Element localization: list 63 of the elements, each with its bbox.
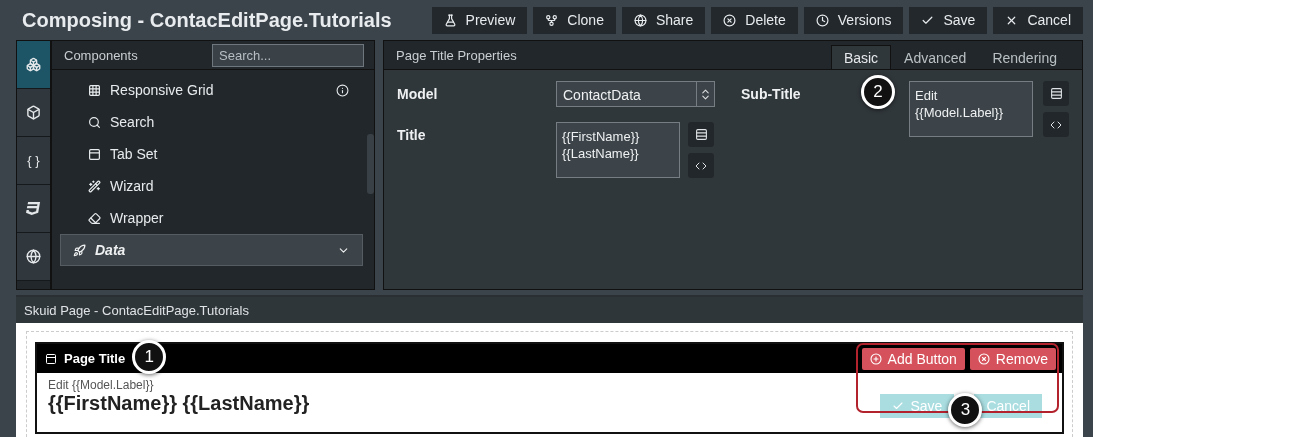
css-icon [26, 201, 41, 216]
callout-marker: 3 [948, 393, 983, 427]
component-item[interactable]: Responsive Grid [60, 74, 363, 106]
x-circle-icon [723, 13, 737, 27]
tab[interactable]: Rendering [979, 45, 1070, 69]
tabs-icon [88, 147, 101, 161]
eraser-icon [88, 211, 101, 225]
flask-icon [443, 13, 457, 27]
cube-icon [26, 105, 41, 120]
toolbar-button[interactable]: Share [621, 6, 706, 34]
rail-tab[interactable]: { } [17, 137, 50, 185]
field-label: Title [397, 126, 427, 145]
rocket-icon [73, 243, 86, 257]
panel-icon [45, 352, 57, 365]
toolbar-button[interactable]: Save [909, 6, 988, 34]
toolbar-button[interactable]: Preview [431, 6, 528, 34]
scrollbar[interactable] [367, 134, 374, 194]
check-icon [892, 400, 905, 412]
page-title: Composing - ContacEditPage.Tutorials [22, 8, 392, 32]
panel-heading: Components [64, 47, 138, 63]
canvas-title: Skuid Page - ContacEditPage.Tutorials [24, 302, 249, 318]
action-button[interactable]: Remove [969, 347, 1056, 370]
callout-marker: 2 [861, 75, 895, 109]
cubes-icon [26, 57, 41, 72]
action-button[interactable]: Add Button [861, 347, 965, 370]
rows-icon [694, 128, 708, 141]
grid-icon [88, 83, 101, 97]
globe-icon [633, 13, 647, 27]
component-label: Page Title [64, 351, 126, 366]
component-item[interactable]: Tab Set [60, 138, 363, 170]
globe-icon [26, 249, 41, 264]
field-label: Sub-Title [741, 85, 802, 104]
component-item[interactable]: Search [60, 106, 363, 138]
component-item[interactable]: Wizard [60, 170, 363, 202]
field-picker-button[interactable] [1043, 81, 1069, 106]
toolbar-button[interactable]: Cancel [993, 6, 1083, 34]
tab[interactable]: Basic [830, 45, 892, 69]
toolbar-button[interactable]: Clone [533, 6, 616, 34]
clock-icon [815, 13, 829, 27]
subtitle-text: Edit {{Model.Label}} [48, 378, 155, 392]
field-picker-button[interactable] [688, 122, 714, 147]
search-field[interactable]: Search... [212, 43, 364, 67]
plus-circle-icon [869, 352, 882, 365]
heading-text: {{FirstName}} {{LastName}} [48, 392, 310, 415]
info-icon [336, 83, 349, 97]
field-label: Model [397, 85, 439, 104]
title-field[interactable]: {{FirstName}} {{LastName}} [556, 122, 680, 178]
callout-marker: 1 [132, 339, 167, 374]
wand-icon [88, 179, 101, 193]
search-icon [88, 115, 101, 129]
updown-icon [699, 87, 712, 101]
toolbar-button[interactable]: Delete [711, 6, 798, 34]
x-circle-icon [977, 352, 990, 365]
tab[interactable]: Advanced [891, 45, 980, 69]
toolbar-button[interactable]: Versions [803, 6, 904, 34]
category-header[interactable]: Data [60, 234, 363, 266]
page-title-component[interactable]: Page Title 1 Add Button Remove Edit {{Model.Label}} {{FirstName}} {{LastName}} Save 3 Cancel [35, 342, 1064, 434]
model-select[interactable]: ContactData [556, 81, 715, 107]
subtitle-field[interactable]: Edit {{Model.Label}} [909, 81, 1033, 137]
fork-icon [545, 13, 559, 27]
panel-heading: Page Title Properties [396, 47, 517, 63]
rows-icon [1049, 87, 1063, 100]
component-item[interactable]: Wrapper [60, 202, 363, 234]
